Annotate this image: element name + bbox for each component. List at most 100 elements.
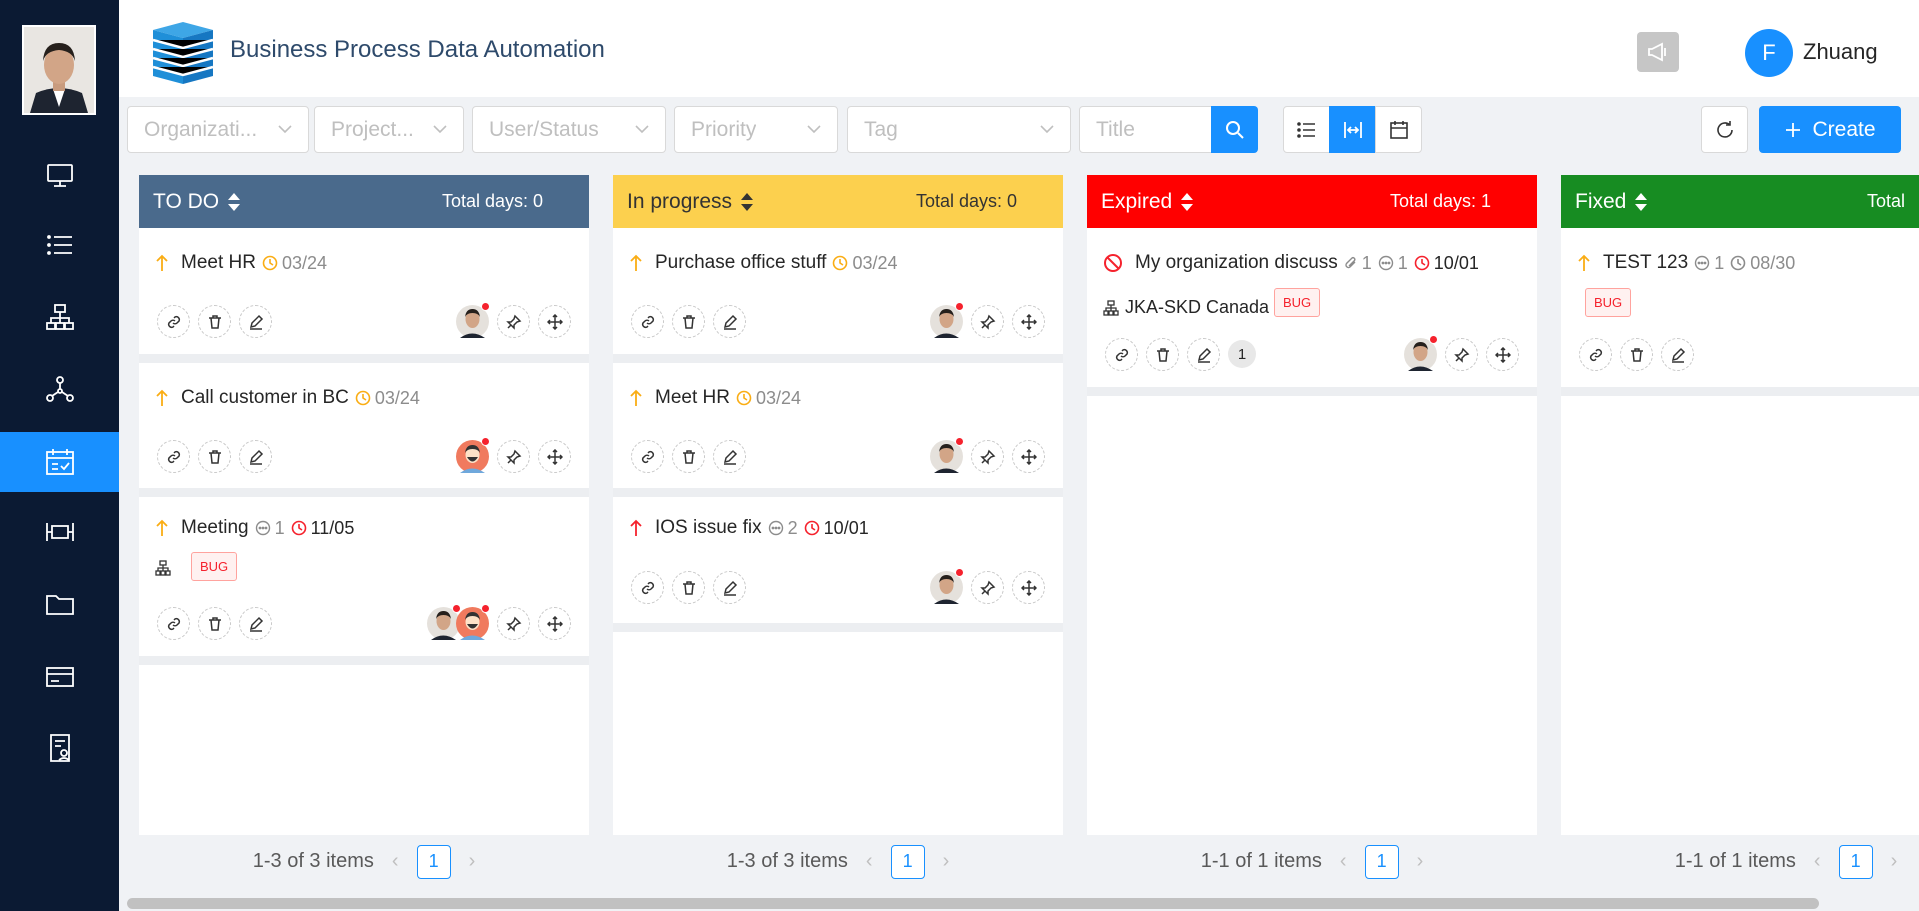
current-page[interactable]: 1 [416,844,451,879]
delete-button[interactable] [1620,338,1653,371]
sidebar-item-board[interactable] [0,502,119,562]
next-page-button[interactable]: › [469,850,476,873]
drag-handle[interactable] [1012,571,1045,604]
comment-icon [1695,255,1710,271]
delete-button[interactable] [672,571,705,604]
announcement-button[interactable] [1637,32,1679,72]
delete-button[interactable] [1146,338,1179,371]
delete-button[interactable] [198,607,231,640]
edit-button[interactable] [713,305,746,338]
pin-button[interactable] [497,607,530,640]
sidebar-item-organization[interactable] [0,287,119,347]
sort-icon[interactable] [1180,192,1194,212]
refresh-button[interactable] [1701,106,1748,153]
priority-filter[interactable]: Priority [674,106,838,153]
drag-handle[interactable] [538,607,571,640]
sort-icon[interactable] [740,192,754,212]
pin-button[interactable] [971,571,1004,604]
user-name[interactable]: Zhuang [1803,39,1878,65]
organization-filter[interactable]: Organizati... [127,106,309,153]
tag-filter[interactable]: Tag [847,106,1071,153]
task-card[interactable]: Meet HR 03/24 [139,228,589,363]
link-button[interactable] [1105,338,1138,371]
link-button[interactable] [631,571,664,604]
drag-handle[interactable] [1012,305,1045,338]
next-page-button[interactable]: › [1891,850,1898,873]
organization-filter-label: Organizati... [144,117,258,141]
assignee-avatar[interactable] [1404,335,1438,371]
project-filter[interactable]: Project... [314,106,464,153]
sort-icon[interactable] [227,192,241,212]
task-card[interactable]: My organization discuss 1 1 10/01 JKA-SK… [1087,228,1537,396]
bug-tag[interactable]: BUG [191,552,238,581]
user-status-filter[interactable]: User/Status [472,106,666,153]
next-page-button[interactable]: › [943,850,950,873]
prev-page-button[interactable]: ‹ [866,850,873,873]
sidebar-item-dashboard[interactable] [0,145,119,205]
pin-button[interactable] [971,440,1004,473]
current-page[interactable]: 1 [1838,844,1873,879]
link-button[interactable] [157,607,190,640]
edit-button[interactable] [1187,338,1220,371]
pin-button[interactable] [1445,338,1478,371]
assignee-avatar[interactable] [456,302,490,338]
edit-button[interactable] [239,305,272,338]
sidebar-item-billing[interactable] [0,647,119,707]
drag-handle[interactable] [538,440,571,473]
search-button[interactable] [1211,106,1258,153]
current-page[interactable]: 1 [1364,844,1399,879]
task-card[interactable]: Meeting 1 11/05 BUG [139,497,589,665]
delete-button[interactable] [198,440,231,473]
horizontal-scrollbar[interactable] [127,898,1819,909]
prev-page-button[interactable]: ‹ [1340,850,1347,873]
calendar-view-button[interactable] [1375,106,1422,153]
bug-tag[interactable]: BUG [1274,288,1321,317]
assignee-avatar[interactable] [930,437,964,473]
prev-page-button[interactable]: ‹ [392,850,399,873]
task-card[interactable]: Purchase office stuff 03/24 [613,228,1063,363]
link-button[interactable] [1579,338,1612,371]
title-search-input[interactable]: Title [1079,106,1213,153]
task-card[interactable]: IOS issue fix 2 10/01 [613,497,1063,632]
link-button[interactable] [631,305,664,338]
next-page-button[interactable]: › [1417,850,1424,873]
bug-tag[interactable]: BUG [1585,288,1632,317]
sidebar-item-network[interactable] [0,359,119,419]
assignee-avatar[interactable] [456,604,490,640]
sort-icon[interactable] [1634,192,1648,212]
assignee-avatar[interactable] [456,437,490,473]
delete-button[interactable] [672,440,705,473]
edit-button[interactable] [239,607,272,640]
task-card[interactable]: Meet HR 03/24 [613,363,1063,497]
board-view-button[interactable] [1329,106,1376,153]
pin-button[interactable] [497,305,530,338]
sidebar-item-files[interactable] [0,574,119,634]
link-button[interactable] [157,440,190,473]
delete-button[interactable] [672,305,705,338]
profile-photo[interactable] [22,25,96,115]
edit-button[interactable] [713,440,746,473]
sidebar-item-reports[interactable] [0,718,119,778]
edit-button[interactable] [1661,338,1694,371]
create-button[interactable]: Create [1759,106,1901,153]
link-button[interactable] [157,305,190,338]
drag-handle[interactable] [538,305,571,338]
sidebar-item-tasks[interactable] [0,432,119,492]
assignee-avatar[interactable] [930,568,964,604]
edit-button[interactable] [713,571,746,604]
task-card[interactable]: Call customer in BC 03/24 [139,363,589,497]
task-card[interactable]: TEST 123 1 08/30 BUG [1561,228,1919,396]
drag-handle[interactable] [1012,440,1045,473]
list-view-button[interactable] [1283,106,1330,153]
user-avatar[interactable]: F [1745,29,1793,77]
delete-button[interactable] [198,305,231,338]
edit-button[interactable] [239,440,272,473]
current-page[interactable]: 1 [890,844,925,879]
drag-handle[interactable] [1486,338,1519,371]
pin-button[interactable] [497,440,530,473]
prev-page-button[interactable]: ‹ [1814,850,1821,873]
link-button[interactable] [631,440,664,473]
sidebar-item-list[interactable] [0,215,119,275]
assignee-avatar[interactable] [930,302,964,338]
pin-button[interactable] [971,305,1004,338]
